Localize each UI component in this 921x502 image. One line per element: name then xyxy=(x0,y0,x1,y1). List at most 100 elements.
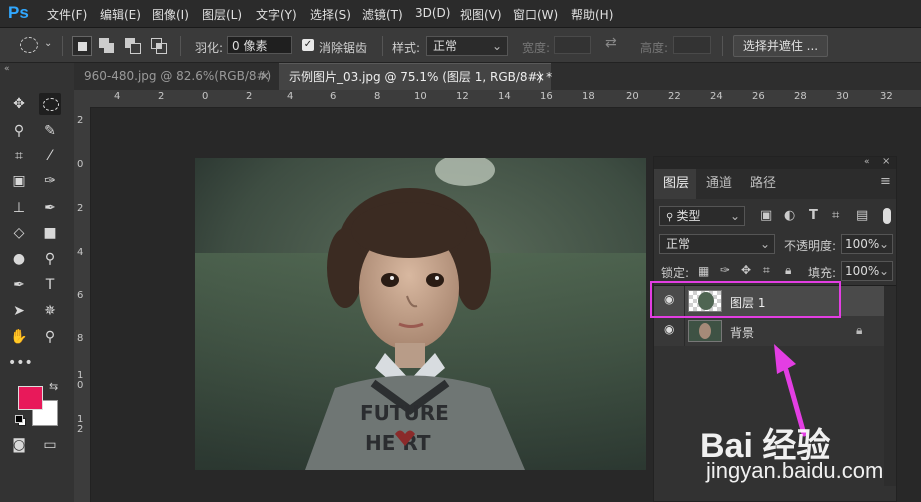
divider xyxy=(180,36,181,56)
menu-edit[interactable]: 编辑(E) xyxy=(100,6,141,23)
lock-artboard-icon[interactable]: ⌗ xyxy=(763,263,770,278)
ruler-label: 4 xyxy=(287,91,294,102)
menu-image[interactable]: 图像(I) xyxy=(152,6,189,23)
menu-3d[interactable]: 3D(D) xyxy=(415,6,450,20)
dodge-tool-icon[interactable]: ⚲ xyxy=(39,248,61,270)
type-tool-icon[interactable]: T xyxy=(39,274,61,296)
width-input[interactable] xyxy=(554,36,591,54)
tab-title: 960-480.jpg @ 82.6%(RGB/8#) xyxy=(84,69,272,83)
toolbar-collapse-icon[interactable]: « xyxy=(4,64,10,74)
path-selection-tool-icon[interactable]: ➤ xyxy=(8,300,30,322)
menu-file[interactable]: 文件(F) xyxy=(47,6,87,23)
crop-tool-icon[interactable]: ⌗ xyxy=(8,145,30,167)
antialias-checkbox[interactable]: ✓ xyxy=(302,39,314,51)
new-selection-icon xyxy=(78,42,87,51)
lasso-tool-icon[interactable]: ⚲ xyxy=(8,120,30,142)
opacity-value: 100% xyxy=(845,237,880,251)
lock-pixels-icon[interactable]: ✑ xyxy=(720,263,730,277)
default-colors-icon[interactable] xyxy=(15,415,26,426)
menu-layer[interactable]: 图层(L) xyxy=(202,6,242,23)
lock-all-icon[interactable]: 🔒︎ xyxy=(785,263,791,278)
ruler-label: 1 2 xyxy=(77,414,84,435)
quick-mask-icon[interactable]: ◙ xyxy=(8,434,30,456)
photoshop-logo: Ps xyxy=(8,3,29,22)
menu-filter[interactable]: 滤镜(T) xyxy=(362,6,403,23)
pen-tool-icon[interactable]: ✒ xyxy=(8,274,30,296)
width-label: 宽度: xyxy=(522,41,551,55)
collapse-icon[interactable]: « xyxy=(864,157,870,167)
default-fg-mini xyxy=(15,415,23,423)
blur-tool-icon[interactable]: ● xyxy=(8,248,30,270)
elliptical-marquee-tool-icon[interactable] xyxy=(39,93,61,115)
tab-960-480[interactable]: 960-480.jpg @ 82.6%(RGB/8#) × xyxy=(74,63,279,90)
eyedropper-tool-icon[interactable]: ⁄ xyxy=(39,145,61,167)
menu-select[interactable]: 选择(S) xyxy=(310,6,351,23)
feather-input[interactable]: 0 像素 xyxy=(227,36,292,54)
select-and-mask-button[interactable]: 选择并遮住 ... xyxy=(733,35,828,57)
tab-layers[interactable]: 图层 xyxy=(663,172,689,191)
chevron-down-icon[interactable]: ⌄ xyxy=(44,38,52,49)
divider xyxy=(684,316,685,346)
gradient-tool-icon[interactable]: ■ xyxy=(39,222,61,244)
more-tools-icon[interactable]: ••• xyxy=(8,352,33,374)
fill-input[interactable]: 100% ⌄ xyxy=(841,261,893,281)
quick-selection-tool-icon[interactable]: ✎ xyxy=(39,120,61,142)
tab-paths[interactable]: 路径 xyxy=(750,172,776,191)
hand-tool-icon[interactable]: ✋ xyxy=(8,326,30,348)
document-image[interactable]: FUTURE HE RT xyxy=(195,158,646,470)
history-brush-tool-icon[interactable]: ✒ xyxy=(39,197,61,219)
panel-menu-icon[interactable]: ≡ xyxy=(880,174,891,189)
elliptical-marquee-preset-icon[interactable] xyxy=(20,37,38,53)
style-label: 样式: xyxy=(392,41,421,55)
ruler-label: 1 0 xyxy=(77,370,84,391)
style-select[interactable]: 正常 ⌄ xyxy=(426,36,508,56)
screen-mode-icon[interactable]: ▭ xyxy=(39,434,61,456)
custom-shape-tool-icon[interactable]: ✵ xyxy=(39,300,61,322)
brush-tool-icon[interactable]: ✑ xyxy=(39,170,61,192)
menu-help[interactable]: 帮助(H) xyxy=(571,6,613,23)
menu-type[interactable]: 文字(Y) xyxy=(256,6,297,23)
lock-position-icon[interactable]: ✥ xyxy=(741,263,751,277)
lock-transparency-icon[interactable]: ▦ xyxy=(698,264,709,278)
filter-shape-icon[interactable]: ⌗ xyxy=(832,208,839,223)
filter-smart-object-icon[interactable]: ▤ xyxy=(856,208,868,223)
filter-toggle-icon[interactable] xyxy=(883,208,891,224)
menu-window[interactable]: 窗口(W) xyxy=(513,6,558,23)
tab-title: 示例图片_03.jpg @ 75.1% (图层 1, RGB/8#) * xyxy=(289,70,553,84)
filter-adjustment-icon[interactable]: ◐ xyxy=(784,208,795,223)
foreground-color-swatch[interactable] xyxy=(18,386,43,410)
chevron-down-icon: ⌄ xyxy=(878,237,889,251)
add-to-selection-button[interactable] xyxy=(99,38,115,54)
chevron-down-icon: ⌄ xyxy=(491,39,502,53)
ruler-label: 30 xyxy=(836,91,849,102)
height-input[interactable] xyxy=(673,36,711,54)
tab-channels[interactable]: 通道 xyxy=(706,172,732,191)
eye-icon[interactable]: ◉ xyxy=(664,322,674,336)
tab-example-image[interactable]: 示例图片_03.jpg @ 75.1% (图层 1, RGB/8#) * × xyxy=(279,63,553,91)
chevron-down-icon: ⌄ xyxy=(878,264,889,278)
close-icon[interactable]: × xyxy=(260,63,270,90)
zoom-tool-icon[interactable]: ⚲ xyxy=(39,326,61,348)
clone-stamp-tool-icon[interactable]: ⊥ xyxy=(8,197,30,219)
fill-value: 100% xyxy=(845,264,880,278)
blend-mode-select[interactable]: 正常 ⌄ xyxy=(659,234,775,254)
menu-view[interactable]: 视图(V) xyxy=(460,6,502,23)
style-select-value: 正常 xyxy=(433,39,458,53)
layers-scrollbar[interactable] xyxy=(884,286,896,486)
new-selection-button[interactable] xyxy=(72,36,92,56)
swap-colors-icon[interactable]: ⇆ xyxy=(49,380,58,393)
eraser-tool-icon[interactable]: ◇ xyxy=(8,222,30,244)
close-icon[interactable]: × xyxy=(535,64,545,91)
subtract-selection-button[interactable] xyxy=(125,38,141,54)
layer-filter-select[interactable]: ⚲ 类型 ⌄ xyxy=(659,206,745,226)
swap-dimensions-icon[interactable]: ⇄ xyxy=(605,35,617,51)
filter-pixel-icon[interactable]: ▣ xyxy=(760,208,772,223)
close-icon[interactable]: × xyxy=(882,156,890,167)
ruler-label: 10 xyxy=(414,91,427,102)
healing-brush-tool-icon[interactable]: ▣ xyxy=(8,170,30,192)
layer-filter-value: 类型 xyxy=(676,209,701,223)
filter-type-icon[interactable]: T xyxy=(809,208,818,223)
move-tool-icon[interactable]: ✥ xyxy=(8,93,30,115)
intersect-selection-button[interactable] xyxy=(151,38,167,54)
opacity-input[interactable]: 100% ⌄ xyxy=(841,234,893,254)
